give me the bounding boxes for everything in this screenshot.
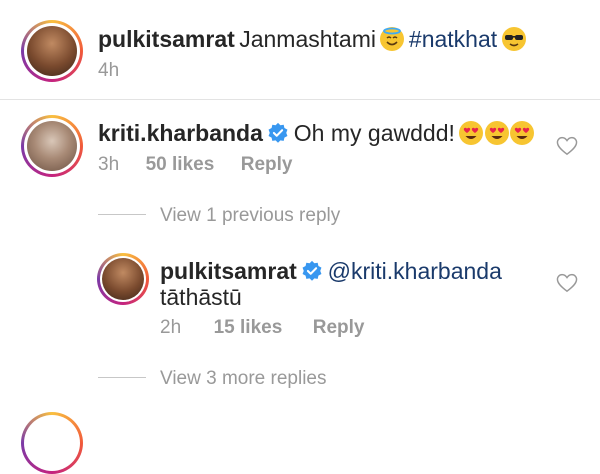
caption-text-line: pulkitsamrat Janmashtami #natkhat [98,26,526,53]
caption-text: Janmashtami [239,26,376,52]
caption-hashtag[interactable]: #natkhat [409,26,497,52]
next-comment-avatar[interactable] [21,412,83,474]
heart-eyes-emoji-icon [459,121,484,145]
comment-time: 3h [98,154,120,175]
reply-like-heart-icon[interactable] [556,273,578,293]
section-divider [0,99,600,100]
reply-meta-row: 2h 15 likes Reply [160,317,364,339]
reply-time: 2h [160,317,182,338]
verified-badge-icon [267,122,289,144]
view-more-replies[interactable]: View 3 more replies [160,368,327,390]
sunglasses-emoji-icon [501,27,526,51]
comment-avatar[interactable] [21,115,83,177]
comment-reply-button[interactable]: Reply [241,154,293,175]
caption-avatar[interactable] [21,20,83,82]
comment-like-heart-icon[interactable] [556,136,578,156]
comment-meta-row: 3h 50 likes Reply [98,154,292,176]
heart-eyes-emoji-icon [510,121,535,145]
comment-text-line: kriti.kharbanda Oh my gawddd! [98,120,535,147]
caption-time: 4h [98,60,120,81]
comment-text: Oh my gawddd! [293,120,455,146]
reply-text-line: pulkitsamrat @kriti.kharbanda [160,258,502,285]
reply-username[interactable]: pulkitsamrat [160,258,297,284]
reply-mention[interactable]: @kriti.kharbanda [328,258,502,284]
reply-text: tāthāstū [160,284,242,310]
reply-reply-button[interactable]: Reply [313,317,365,338]
view-more-line [98,377,146,378]
comment-likes[interactable]: 50 likes [146,154,215,175]
halo-emoji-icon [380,27,405,51]
verified-badge-icon [301,260,323,282]
view-previous-replies[interactable]: View 1 previous reply [160,205,340,227]
view-previous-line [98,214,146,215]
reply-avatar[interactable] [97,253,149,305]
caption-username[interactable]: pulkitsamrat [98,26,235,52]
heart-eyes-emoji-icon [484,121,509,145]
reply-likes[interactable]: 15 likes [214,317,283,338]
comment-username[interactable]: kriti.kharbanda [98,120,263,146]
